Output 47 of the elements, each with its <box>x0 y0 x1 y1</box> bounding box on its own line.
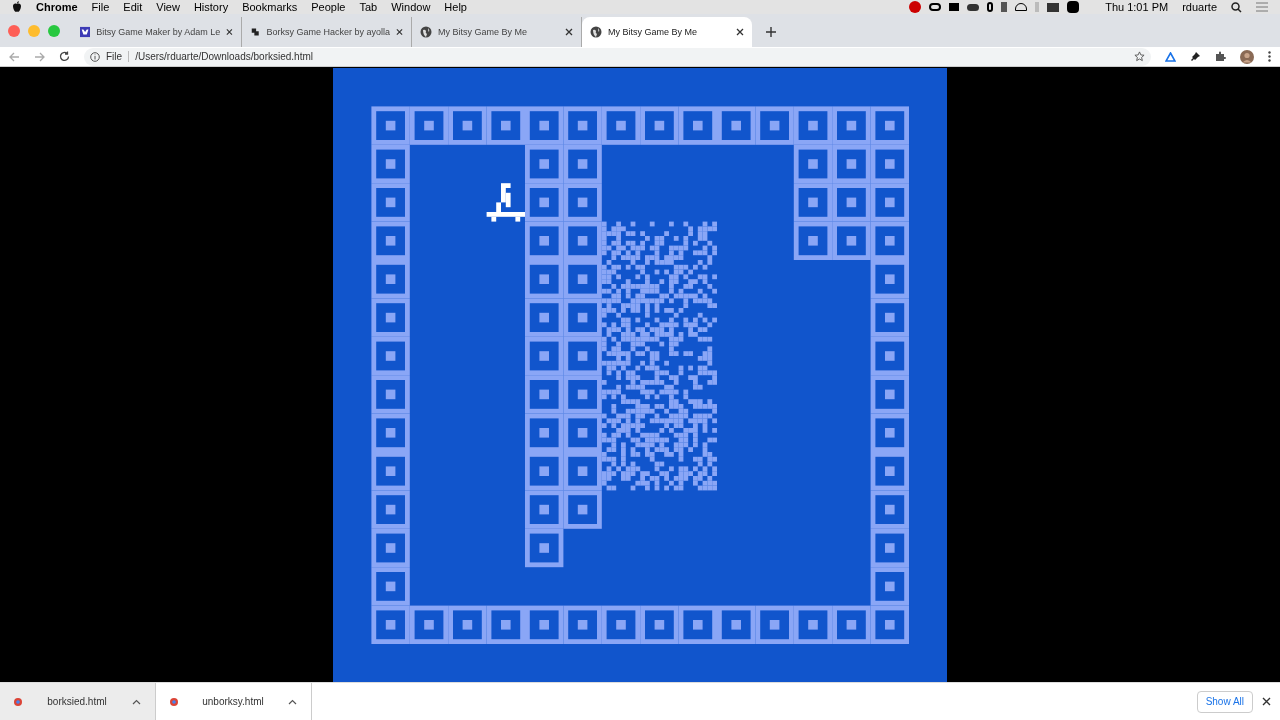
browser-tab[interactable]: My Bitsy Game By Me <box>582 17 752 48</box>
user-name[interactable]: rduarte <box>1182 0 1217 16</box>
menu-item[interactable]: File <box>91 0 110 16</box>
menu-item[interactable]: Window <box>391 0 431 16</box>
file-name: borksied.html <box>46 695 108 709</box>
clock[interactable]: Thu 1:01 PM <box>1105 0 1169 16</box>
menu-item[interactable]: History <box>193 0 229 16</box>
triangle-icon[interactable] <box>1165 51 1176 62</box>
show-all-button[interactable]: Show All <box>1196 690 1253 713</box>
search-icon[interactable] <box>1231 1 1242 13</box>
menu-item[interactable]: Bookmarks <box>242 0 298 16</box>
download-item[interactable]: borksied.html <box>0 682 156 720</box>
new-tab-icon[interactable] <box>766 27 776 38</box>
globe-icon <box>590 26 602 39</box>
close-icon[interactable] <box>1262 697 1271 706</box>
tab-title: Bitsy Game Maker by Adam Le <box>96 25 221 39</box>
menu-item[interactable]: Edit <box>123 0 143 16</box>
reload-icon[interactable] <box>59 51 70 63</box>
menu-item[interactable]: Help <box>444 0 467 16</box>
tab-title: Borksy Game Hacker by ayolla <box>266 25 390 39</box>
close-icon[interactable] <box>396 28 403 37</box>
status-icons-drawing[interactable] <box>909 1 1080 13</box>
apple-icon[interactable] <box>12 1 22 13</box>
chrome-file-icon <box>14 697 22 706</box>
scheme-label: File <box>106 50 123 65</box>
more-icon[interactable] <box>1268 51 1271 63</box>
close-icon[interactable] <box>736 28 744 37</box>
menu-item[interactable]: People <box>311 0 346 16</box>
address-bar[interactable]: File /Users/rduarte/Downloads/borksied.html <box>84 47 1151 66</box>
star-icon[interactable] <box>1134 51 1145 63</box>
menu-item[interactable]: View <box>156 0 180 16</box>
tab-title: My Bitsy Game By Me <box>608 25 698 39</box>
caret-icon[interactable] <box>288 698 297 705</box>
tab-title: My Bitsy Game By Me <box>438 25 528 39</box>
app-menu[interactable]: Chrome <box>36 0 78 16</box>
globe-icon <box>420 26 432 39</box>
info-icon <box>90 51 100 62</box>
caret-icon[interactable] <box>132 698 141 705</box>
puzzle-icon[interactable] <box>1215 51 1226 63</box>
close-icon[interactable] <box>565 28 573 37</box>
download-item[interactable]: unborksy.html <box>156 682 312 720</box>
menu-item[interactable]: Tab <box>359 0 378 16</box>
url-text: /Users/rduarte/Downloads/borksied.html <box>135 50 313 65</box>
avatar-icon[interactable] <box>1240 49 1254 64</box>
chrome-file-icon <box>170 697 178 706</box>
close-icon[interactable] <box>226 28 233 37</box>
file-name: unborksy.html <box>201 695 265 709</box>
